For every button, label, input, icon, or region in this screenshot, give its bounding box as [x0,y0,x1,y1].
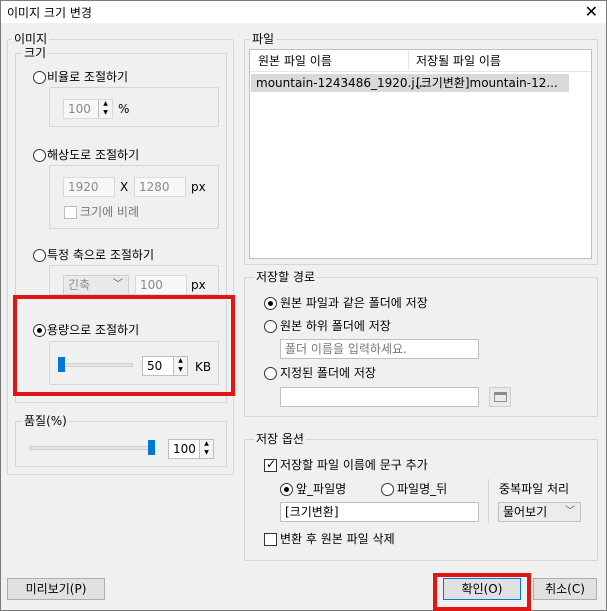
add-text-checkbox[interactable]: ✓ [264,457,277,472]
resolution-times: X [120,180,129,194]
suffix-radio[interactable] [381,483,394,496]
image-group-label: 이미지 [12,32,50,46]
prefix-radio[interactable] [280,483,293,496]
save-options-group-label: 저장 옵션 [254,432,306,446]
same-folder-radio[interactable] [264,297,277,310]
axis-label[interactable]: 특정 축으로 조절하기 [47,248,154,262]
chevron-down-icon[interactable]: ▼ [100,109,111,117]
column-original-name[interactable]: 원본 파일 이름 [258,54,332,68]
sub-folder-input[interactable]: 폴더 이름을 입력하세요. [280,339,479,359]
delete-original-checkbox[interactable] [264,533,277,546]
add-text-label[interactable]: 저장할 파일 이름에 문구 추가 [280,458,428,472]
options-divider [488,479,489,523]
chosen-folder-input[interactable] [280,387,479,407]
chevron-down-icon: ﹀ [565,506,575,517]
row-original-name: mountain-1243486_1920.j... [256,76,427,90]
size-group-label: 크기 [22,46,49,60]
quality-stepper[interactable]: ▲ ▼ [199,440,213,458]
resolution-label[interactable]: 해상도로 조절하기 [47,148,139,162]
save-path-group-label: 저장할 경로 [254,270,318,284]
chevron-up-icon[interactable]: ▲ [201,440,212,448]
axis-select[interactable]: 긴축 ﹀ [63,275,129,295]
chevron-up-icon[interactable]: ▲ [100,100,111,108]
chevron-down-icon[interactable]: ▼ [201,449,212,457]
delete-original-label[interactable]: 변환 후 원본 파일 삭제 [280,532,395,546]
axis-value-input[interactable]: 100 [135,275,187,295]
check-icon: ✓ [266,457,277,471]
title-bar: 이미지 크기 변경 ✕ [1,1,606,23]
ok-highlight [433,573,531,611]
column-target-name[interactable]: 저장될 파일 이름 [416,54,501,68]
chevron-down-icon: ﹀ [113,279,123,290]
ratio-unit: % [118,102,130,116]
close-icon[interactable]: ✕ [585,1,598,23]
column-divider[interactable] [408,50,409,72]
browse-folder-button[interactable] [489,387,511,407]
resolution-unit: px [191,180,206,194]
suffix-label[interactable]: 파일명_뒤 [397,482,447,496]
resolution-panel [49,165,219,229]
cancel-button[interactable]: 취소(C) [533,578,597,600]
file-list-header: 원본 파일 이름 저장될 파일 이름 [250,50,591,72]
resolution-height-input[interactable]: 1280 [134,177,186,197]
ratio-radio[interactable] [33,71,46,84]
chosen-folder-label[interactable]: 지정된 폴더에 저장 [280,366,376,380]
ratio-label[interactable]: 비율로 조절하기 [47,70,128,84]
duplicate-label: 중복파일 처리 [499,482,570,496]
resize-dialog: 이미지 크기 변경 ✕ 이미지 크기 비율로 조절하기 100 ▲ ▼ % 해상… [0,0,607,611]
same-folder-label[interactable]: 원본 파일과 같은 폴더에 저장 [280,296,428,310]
quality-group-label: 품질(%) [22,414,69,428]
chosen-folder-radio[interactable] [264,367,277,380]
keep-ratio-checkbox[interactable] [64,206,77,219]
prefix-label[interactable]: 앞_파일명 [296,482,346,496]
resolution-width-input[interactable]: 1920 [63,177,115,197]
folder-open-icon [494,392,507,402]
add-text-input[interactable]: [크기변환] [280,502,479,522]
window-title: 이미지 크기 변경 [7,6,92,20]
duplicate-select[interactable]: 물어보기 ﹀ [498,502,581,522]
file-list[interactable]: 원본 파일 이름 저장될 파일 이름 mountain-1243486_1920… [249,49,592,259]
quality-slider-thumb[interactable] [148,440,155,455]
row-target-name: [크기변환]mountain-12... [416,76,558,90]
resolution-radio[interactable] [33,149,46,162]
file-group-label: 파일 [250,32,277,46]
keep-ratio-label[interactable]: 크기에 비례 [80,205,139,219]
preview-button[interactable]: 미리보기(P) [7,578,105,600]
sub-folder-radio[interactable] [264,320,277,333]
sub-folder-label[interactable]: 원본 하위 폴더에 저장 [280,319,391,333]
axis-radio[interactable] [33,249,46,262]
capacity-highlight [13,295,235,396]
quality-slider-track[interactable] [29,446,155,450]
ratio-stepper[interactable]: ▲ ▼ [98,100,112,118]
axis-unit: px [191,278,206,292]
table-row[interactable]: mountain-1243486_1920.j... [크기변환]mountai… [251,74,569,92]
